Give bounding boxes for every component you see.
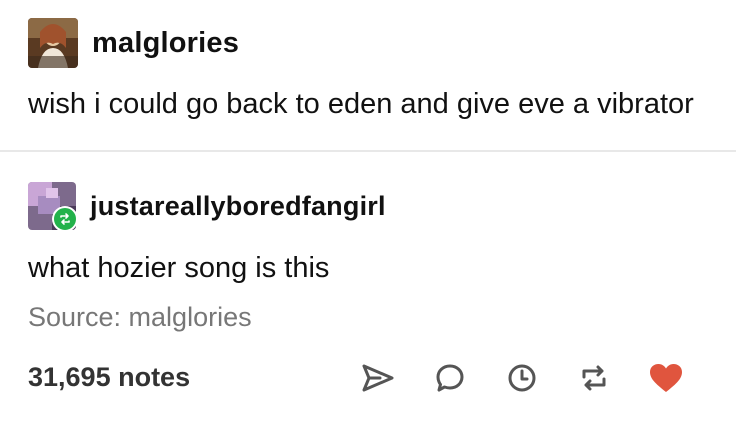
original-post-text: wish i could go back to eden and give ev… [28, 88, 694, 120]
notes-count[interactable]: 31,695 notes [28, 362, 190, 393]
share-icon[interactable] [356, 356, 400, 400]
source-link[interactable]: Source: malglories [28, 302, 252, 333]
reblog-header: justareallyboredfangirl [28, 182, 386, 232]
reblog-username[interactable]: justareallyboredfangirl [90, 191, 386, 222]
reply-icon[interactable] [428, 356, 472, 400]
divider [0, 150, 736, 152]
avatar[interactable] [28, 18, 78, 68]
avatar-image [28, 18, 78, 68]
like-icon[interactable] [644, 356, 688, 400]
original-username[interactable]: malglories [92, 27, 239, 60]
reblog-icon[interactable] [572, 356, 616, 400]
reblog-text: what hozier song is this [28, 252, 330, 284]
original-post-header: malglories [28, 18, 239, 68]
tumblr-post: malglories wish i could go back to eden … [0, 0, 736, 432]
reblog-badge-icon [52, 206, 78, 232]
action-bar [356, 356, 688, 400]
queue-icon[interactable] [500, 356, 544, 400]
